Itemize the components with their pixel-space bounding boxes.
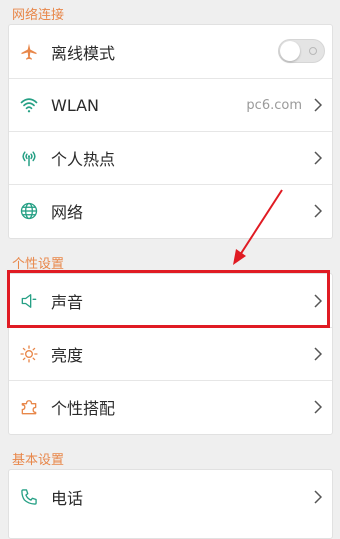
annotation-arrow [233,189,283,265]
